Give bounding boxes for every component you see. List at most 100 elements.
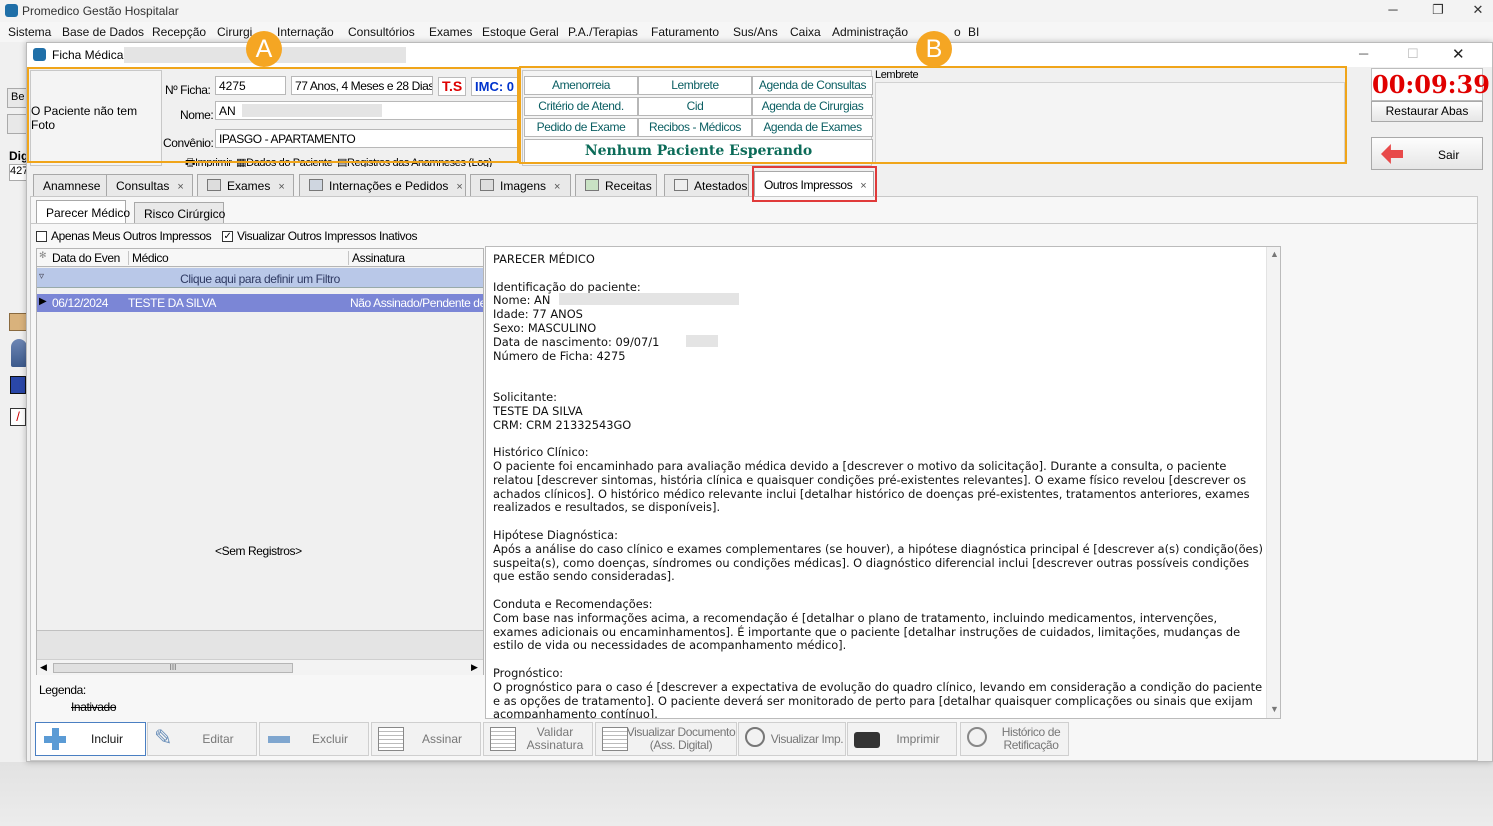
tab-close-icon[interactable]: × — [554, 181, 560, 193]
minus-icon — [266, 727, 292, 751]
include-button[interactable]: Incluir — [35, 722, 146, 756]
window-logo-icon — [33, 48, 46, 61]
tab-close-icon[interactable]: × — [456, 181, 462, 193]
tab-imagens[interactable]: Imagens × — [470, 174, 571, 196]
grid-filter-row[interactable]: ▿ Clique aqui para definir um Filtro — [37, 268, 483, 288]
show-inactive-filter[interactable]: ✓ Visualizar Outros Impressos Inativos — [222, 229, 418, 243]
window-maximize-icon[interactable]: ☐ — [1407, 46, 1419, 62]
window-minimize-icon[interactable]: ─ — [1359, 46, 1368, 61]
menu-item-administracao[interactable]: Administração — [832, 25, 908, 39]
view-print-label: Visualizar Imp. — [770, 731, 844, 746]
menu-item-consultorios[interactable]: Consultórios — [348, 25, 415, 39]
row-status: Não Assinado/Pendente de — [350, 296, 483, 310]
tab-internacoes-pedidos[interactable]: Internações e Pedidos × — [299, 174, 466, 196]
scroll-thumb[interactable]: III — [53, 663, 293, 673]
sign-button[interactable]: Assinar — [371, 722, 481, 756]
col-medico[interactable]: Médico — [128, 251, 348, 265]
internacoes-icon — [309, 179, 323, 191]
menu-item-estoque[interactable]: Estoque Geral — [482, 25, 559, 39]
only-mine-checkbox[interactable] — [36, 230, 47, 242]
scroll-up-icon[interactable]: ▲ — [1270, 249, 1279, 259]
app-logo-icon — [5, 4, 18, 17]
window-title: Ficha Médica — [52, 48, 124, 62]
menu-item-exames[interactable]: Exames — [429, 25, 472, 39]
view-document-icon — [602, 727, 628, 751]
validate-signature-button[interactable]: Validar Assinatura — [483, 722, 593, 756]
tab-close-icon[interactable]: × — [177, 181, 183, 193]
menu-item-bi[interactable]: BI — [968, 25, 979, 39]
show-inactive-checkbox[interactable]: ✓ — [222, 230, 233, 242]
menu-item-recepcao[interactable]: Recepção — [152, 25, 206, 39]
app-title: Promedico Gestão Hospitalar — [22, 4, 179, 18]
menu-bar: Sistema Base de Dados Recepção Cirurgi I… — [0, 22, 1493, 42]
view-document-button[interactable]: Visualizar Documento (Ass. Digital) — [595, 722, 737, 756]
scroll-right-icon[interactable]: ▶ — [471, 662, 478, 673]
menu-item-pa-terapias[interactable]: P.A./Terapias — [568, 25, 638, 39]
tab-atestados[interactable]: Atestados — [664, 174, 749, 196]
menu-item-faturamento[interactable]: Faturamento — [651, 25, 719, 39]
only-mine-filter[interactable]: Apenas Meus Outros Impressos — [36, 229, 212, 243]
menu-item-base-dados[interactable]: Base de Dados — [62, 25, 144, 39]
col-assinatura[interactable]: Assinatura — [348, 251, 483, 265]
edit-button[interactable]: ✎ Editar — [147, 722, 257, 756]
delete-button[interactable]: Excluir — [259, 722, 369, 756]
imagens-icon — [480, 179, 494, 191]
grid-header: ✻ Data do Even Médico Assinatura — [37, 249, 483, 267]
window-close-icon[interactable]: ✕ — [1452, 45, 1465, 63]
tab-exames[interactable]: Exames × — [197, 174, 294, 196]
minimize-icon[interactable]: ─ — [1373, 2, 1413, 20]
exit-button[interactable]: Sair — [1371, 137, 1483, 170]
side-icon-book[interactable] — [10, 376, 26, 394]
restore-tabs-button[interactable]: Restaurar Abas — [1371, 101, 1483, 122]
legend-label: Legenda: — [39, 683, 86, 697]
horizontal-scrollbar[interactable]: ◀ III ▶ — [37, 659, 483, 675]
subtab-parecer-medico[interactable]: Parecer Médico — [36, 200, 130, 224]
menu-item-partial[interactable]: o — [954, 25, 961, 39]
view-document-label: Visualizar Documento (Ass. Digital) — [626, 725, 736, 752]
side-icon-1[interactable] — [9, 313, 27, 331]
app-title-bar: Promedico Gestão Hospitalar ─ ❐ ✕ — [0, 0, 1493, 22]
menu-item-sus-ans[interactable]: Sus/Ans — [733, 25, 778, 39]
side-icon-edit[interactable]: / — [10, 408, 26, 426]
close-icon[interactable]: ✕ — [1458, 2, 1493, 20]
vertical-scrollbar[interactable]: ▲ ▼ — [1266, 247, 1280, 718]
side-icon-doctor[interactable] — [11, 339, 27, 367]
receitas-icon — [585, 179, 599, 191]
session-timer: 00:09:39 — [1371, 68, 1490, 101]
row-indicator-icon: ▶ — [39, 296, 47, 307]
sign-label: Assinar — [421, 731, 462, 746]
grid-footer — [37, 630, 483, 659]
validate-icon — [490, 727, 516, 751]
exames-icon — [207, 179, 221, 191]
magnifier-icon — [745, 727, 765, 747]
document-text: PARECER MÉDICO Identificação do paciente… — [493, 252, 1263, 719]
tab-receitas[interactable]: Receitas — [575, 174, 657, 196]
pencil-icon: ✎ — [154, 725, 173, 750]
menu-item-cirurgias[interactable]: Cirurgi — [217, 25, 252, 39]
document-viewer[interactable]: PARECER MÉDICO Identificação do paciente… — [485, 246, 1281, 719]
edit-label: Editar — [202, 731, 234, 746]
menu-item-caixa[interactable]: Caixa — [790, 25, 821, 39]
history-button[interactable]: Histórico de Retificação — [960, 722, 1069, 756]
scroll-down-icon[interactable]: ▼ — [1270, 704, 1279, 714]
delete-label: Excluir — [311, 731, 348, 746]
tab-close-icon[interactable]: × — [278, 181, 284, 193]
filter-hint: Clique aqui para definir um Filtro — [180, 272, 340, 286]
scroll-left-icon[interactable]: ◀ — [40, 662, 47, 673]
tab-consultas[interactable]: Consultas × — [106, 174, 193, 196]
maximize-icon[interactable]: ❐ — [1418, 2, 1458, 20]
redacted-doc-birth — [686, 335, 718, 347]
callout-badge-a: A — [246, 31, 282, 67]
menu-item-internacao[interactable]: Internação — [277, 25, 334, 39]
printer-icon — [854, 732, 880, 748]
plus-icon — [42, 727, 68, 751]
atestados-icon — [674, 179, 688, 191]
col-data-evento[interactable]: Data do Even — [52, 251, 125, 265]
table-row[interactable]: ▶ 06/12/2024 TESTE DA SILVA Não Assinado… — [37, 294, 483, 312]
view-print-button[interactable]: Visualizar Imp. — [738, 722, 846, 756]
menu-item-sistema[interactable]: Sistema — [8, 25, 51, 39]
subtab-risco-cirurgico[interactable]: Risco Cirúrgico — [134, 202, 225, 223]
print-button[interactable]: Imprimir — [847, 722, 957, 756]
tab-anamnese[interactable]: Anamnese — [33, 174, 110, 196]
callout-box-a — [27, 67, 519, 163]
